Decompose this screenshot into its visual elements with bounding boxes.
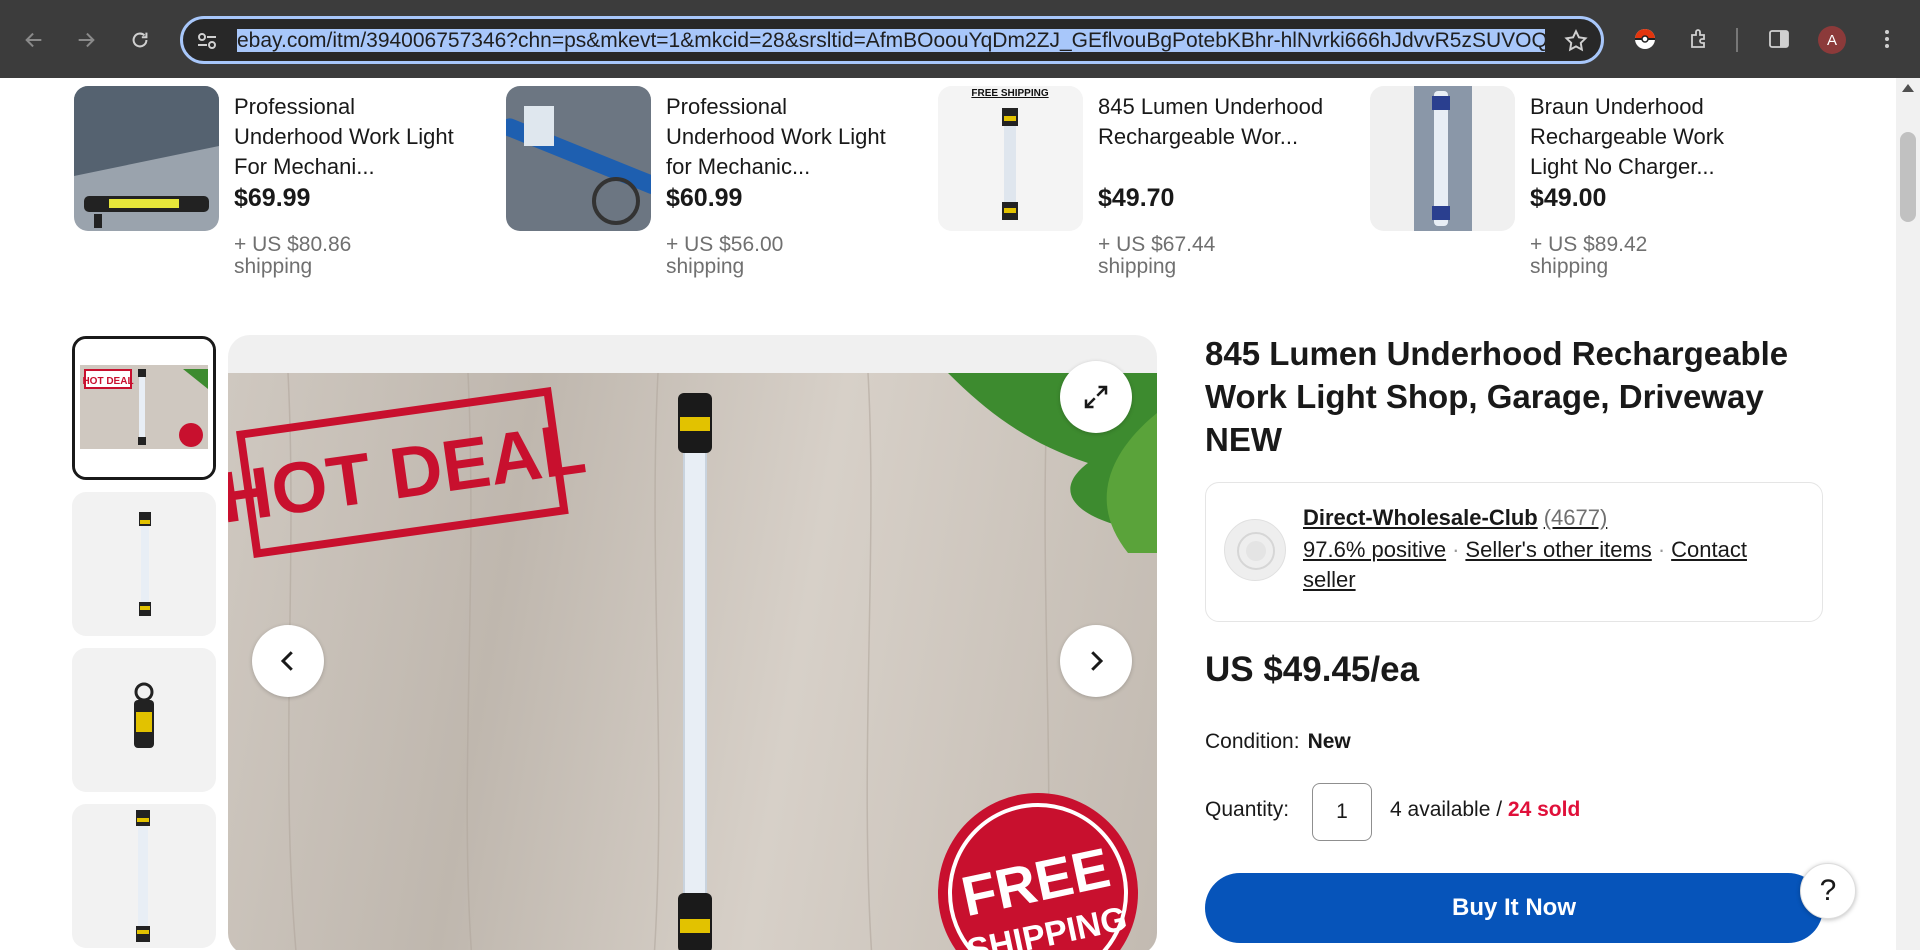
side-panel-icon[interactable] [1764,24,1794,54]
seller-card: Direct-Wholesale-Club (4677) 97.6% positi… [1205,482,1823,622]
similar-item[interactable]: FREE SHIPPING 845 Lumen Underhood Rechar… [938,86,1358,278]
site-settings-icon[interactable] [195,29,219,53]
product-photo: HOT DEAL FREE SHIPPING [228,372,1157,950]
toolbar-divider [1736,28,1738,52]
reload-icon [132,32,148,48]
scroll-up-arrow-icon[interactable] [1902,84,1914,92]
similar-item[interactable]: Braun Underhood Rechargeable Work Light … [1370,86,1790,278]
browser-toolbar: ebay.com/itm/394006757346?chn=ps&mkevt=1… [0,0,1920,78]
seller-other-items-link[interactable]: Seller's other items [1465,537,1651,562]
similar-item-price: $49.00 [1530,184,1607,212]
seller-feedback-count: (4677) [1543,505,1608,530]
next-image-button[interactable] [1060,625,1132,697]
similar-item-image[interactable] [1370,86,1515,231]
gallery-thumb-selected[interactable]: HOT DEAL [72,336,216,480]
sold-count[interactable]: 24 sold [1508,798,1580,821]
back-button[interactable] [16,22,52,58]
similar-item-price: $69.99 [234,184,311,212]
forward-button[interactable] [68,22,104,58]
arrow-right-icon [78,32,95,48]
page-content: Professional Underhood Work Light For Me… [0,78,1920,950]
extensions-puzzle-icon[interactable] [1684,24,1714,54]
similar-item-shipping: + US $80.86 shipping [234,233,352,278]
similar-item-title[interactable]: 845 Lumen Underhood Rechargeable Wor... [1098,92,1328,152]
expand-icon [1084,385,1108,409]
quantity-label: Quantity: [1205,798,1290,821]
buy-it-now-button[interactable]: Buy It Now [1205,873,1823,943]
listing-price: US $49.45/ea [1205,650,1420,689]
page-scrollbar[interactable] [1896,78,1920,950]
similar-item-price: $60.99 [666,184,743,212]
scrollbar-thumb[interactable] [1900,132,1916,222]
main-product-image[interactable]: HOT DEAL FREE SHIPPING [228,335,1157,950]
free-shipping-badge: FREE SHIPPING [971,88,1048,99]
profile-avatar[interactable]: A [1818,26,1846,54]
condition-row: Condition: New [1205,730,1351,754]
address-bar[interactable]: ebay.com/itm/394006757346?chn=ps&mkevt=1… [180,16,1604,64]
listing-title: 845 Lumen Underhood Rechargeable Work Li… [1205,335,1789,458]
similar-item-price: $49.70 [1098,184,1175,212]
similar-item-title[interactable]: Professional Underhood Work Light For Me… [234,92,464,182]
similar-item-image[interactable] [506,86,651,231]
help-button[interactable]: ? [1800,863,1856,919]
gallery-thumb[interactable] [72,648,216,792]
reload-button[interactable] [122,22,158,58]
seller-links: 97.6% positive · Seller's other items · Cont… [1303,535,1803,595]
seller-name-row: Direct-Wholesale-Club (4677) [1303,505,1607,531]
previous-image-button[interactable] [252,625,324,697]
seller-name-link[interactable]: Direct-Wholesale-Club [1303,505,1538,530]
similar-item[interactable]: Professional Underhood Work Light For Me… [74,86,494,278]
gallery-thumb[interactable] [72,492,216,636]
similar-item-shipping: + US $67.44 shipping [1098,233,1216,278]
similar-item[interactable]: Professional Underhood Work Light for Me… [506,86,926,278]
similar-item-image[interactable] [74,86,219,231]
quantity-input[interactable]: 1 [1312,783,1372,841]
condition-value: New [1307,730,1351,753]
similar-item-shipping: + US $56.00 shipping [666,233,784,278]
url-selection: ebay.com/itm/394006757346?chn=ps&mkevt=1… [237,29,1545,52]
gallery-thumb[interactable] [72,804,216,948]
arrow-left-icon [25,32,42,48]
url-text[interactable]: ebay.com/itm/394006757346?chn=ps&mkevt=1… [237,28,1545,54]
bookmark-star-icon[interactable] [1563,28,1589,54]
condition-label: Condition: [1205,730,1300,753]
separator-dot: · [1657,537,1666,562]
pokeball-extension-icon[interactable] [1630,24,1660,54]
seller-avatar[interactable] [1224,519,1286,581]
availability-text: 4 available / 24 sold [1390,798,1580,822]
similar-item-title[interactable]: Braun Underhood Rechargeable Work Light … [1530,92,1760,182]
similar-item-shipping: + US $89.42 shipping [1530,233,1648,278]
chevron-left-icon [280,651,293,671]
expand-image-button[interactable] [1060,361,1132,433]
menu-kebab-icon[interactable] [1872,24,1902,54]
similar-item-title[interactable]: Professional Underhood Work Light for Me… [666,92,896,182]
similar-item-image[interactable]: FREE SHIPPING [938,86,1083,231]
similar-items-row: Professional Underhood Work Light For Me… [74,86,1814,278]
chevron-right-icon [1091,651,1104,671]
hot-deal-badge: HOT DEAL [82,376,133,387]
available-count: 4 available / [1390,798,1508,821]
seller-positive-link[interactable]: 97.6% positive [1303,537,1446,562]
separator-dot: · [1452,537,1460,562]
